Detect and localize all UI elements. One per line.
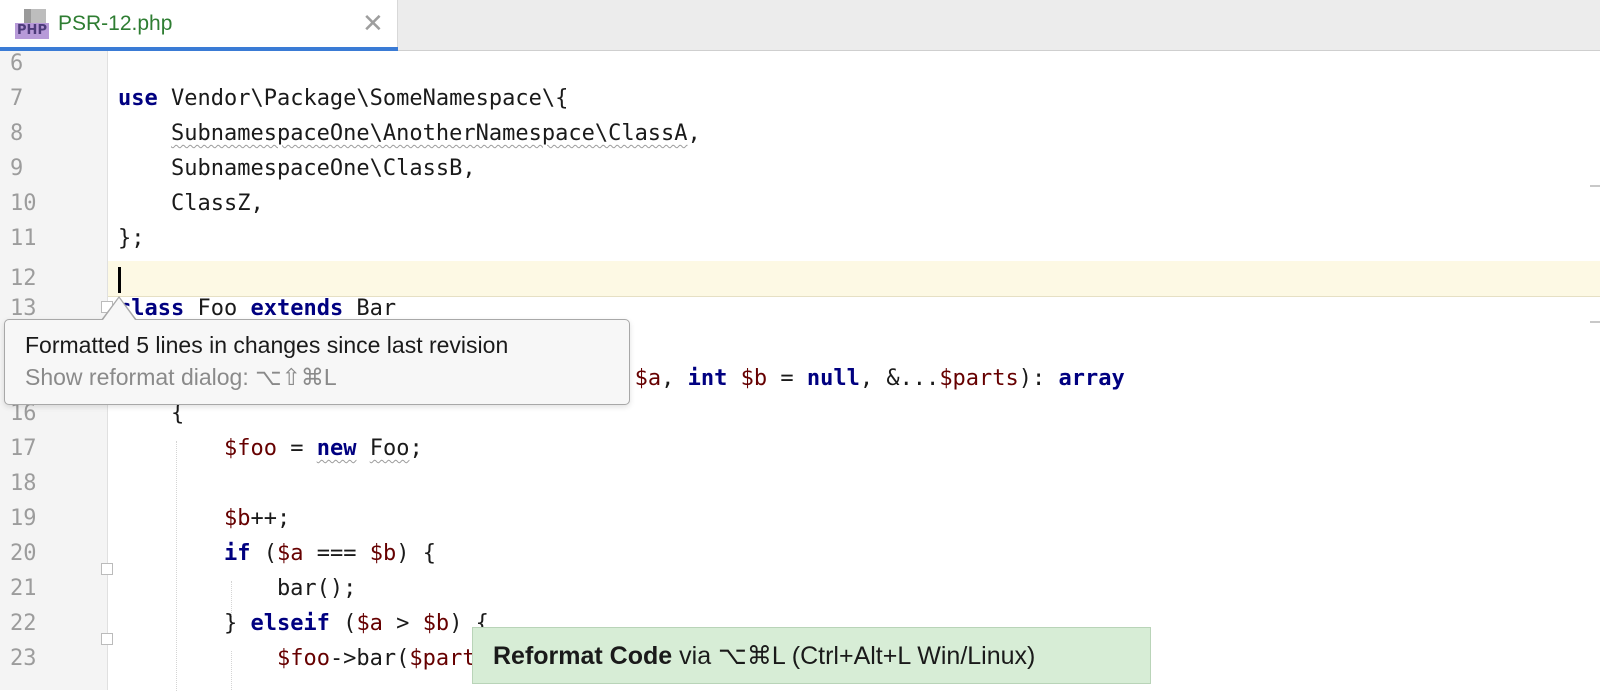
line-number: 8: [10, 121, 24, 146]
code-line: 11 };: [0, 221, 1600, 257]
code-line: 20 if ($a === $b) {: [0, 536, 1600, 572]
line-number: 19: [10, 506, 37, 531]
shortcut-hint-banner: Reformat Code via ⌥⌘L (Ctrl+Alt+L Win/Li…: [472, 627, 1151, 684]
code-line: 9 SubnamespaceOne\ClassB,: [0, 151, 1600, 187]
code-line: 7 use Vendor\Package\SomeNamespace\{: [0, 81, 1600, 117]
popup-pointer-fill: [103, 298, 135, 320]
line-number: 6: [10, 51, 24, 76]
code-line: 8 SubnamespaceOne\AnotherNamespace\Class…: [0, 116, 1600, 152]
code-text: use Vendor\Package\SomeNamespace\{: [118, 86, 569, 111]
scrollbar-marker[interactable]: [1590, 185, 1600, 187]
php-file-icon: PHP: [15, 9, 49, 39]
code-text: $foo->bar($parts);: [276, 646, 515, 671]
line-number: 10: [10, 191, 37, 216]
code-line: 17 $foo = new Foo;: [0, 431, 1600, 467]
line-number: 7: [10, 86, 24, 111]
code-text: };: [118, 226, 145, 251]
format-notification-popup: Formatted 5 lines in changes since last …: [4, 319, 630, 405]
line-number: 17: [10, 436, 37, 461]
code-line: 19 $b++;: [0, 501, 1600, 537]
tab-bar: PHP PSR-12.php ✕: [0, 0, 1600, 51]
line-number: 20: [10, 541, 37, 566]
code-text: SubnamespaceOne\AnotherNamespace\ClassA,: [170, 121, 701, 146]
reformat-dialog-hint[interactable]: Show reformat dialog: ⌥⇧⌘L: [25, 364, 337, 391]
popup-message: Formatted 5 lines in changes since last …: [25, 332, 509, 358]
code-text: $foo = new Foo;: [223, 436, 423, 461]
banner-action: Reformat Code: [493, 642, 673, 670]
line-number: 22: [10, 611, 37, 636]
code-text: ClassZ,: [118, 191, 264, 216]
scrollbar-marker[interactable]: [1590, 321, 1600, 323]
text-caret: [118, 267, 121, 293]
line-number: 11: [10, 226, 37, 251]
file-tab[interactable]: PHP PSR-12.php ✕: [0, 0, 398, 51]
line-number: 23: [10, 646, 37, 671]
close-icon[interactable]: ✕: [362, 10, 384, 36]
tab-title[interactable]: PSR-12.php: [58, 12, 172, 36]
code-text: $b++;: [223, 506, 291, 531]
line-number: 21: [10, 576, 37, 601]
code-text: SubnamespaceOne\ClassB,: [118, 156, 476, 181]
code-text: if ($a === $b) {: [223, 541, 436, 566]
code-text: bar();: [118, 576, 357, 601]
line-number: 18: [10, 471, 37, 496]
banner-shortcut: via ⌥⌘L (Ctrl+Alt+L Win/Linux): [672, 642, 1036, 670]
code-text: } elseif ($a > $b) {: [118, 611, 489, 636]
code-line: 21 bar();: [0, 571, 1600, 607]
line-number: 9: [10, 156, 24, 181]
code-line: 10 ClassZ,: [0, 186, 1600, 222]
code-line: 18: [0, 466, 1600, 502]
code-line: 6: [0, 46, 1600, 82]
banner-text: Reformat Code via ⌥⌘L (Ctrl+Alt+L Win/Li…: [493, 641, 1035, 671]
